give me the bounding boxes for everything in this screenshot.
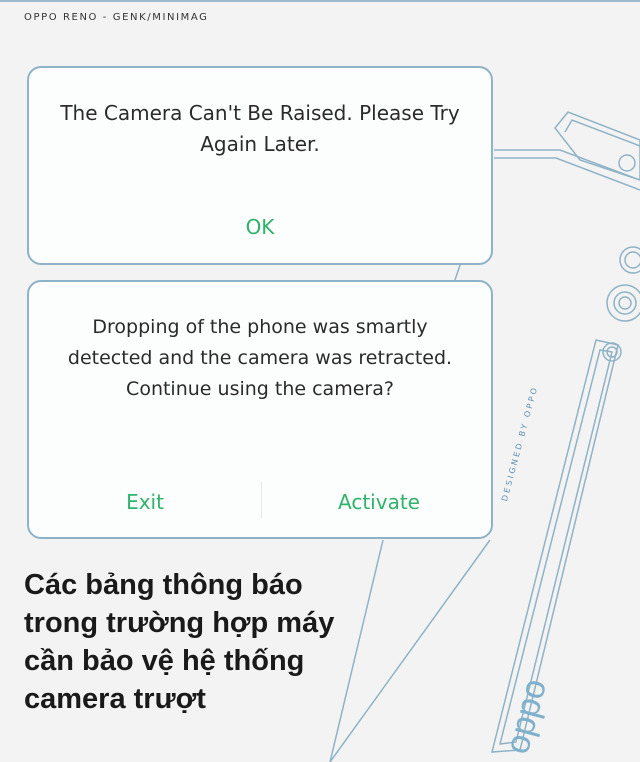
phone-edge-line-inner [494,157,640,191]
ok-button[interactable]: OK [29,212,491,242]
popup-camera-module [554,111,640,181]
lens-ring-inner [624,251,640,269]
activate-button[interactable]: Activate [263,487,495,517]
lens-ring-outer [606,284,640,322]
phone-edge-line [454,264,461,281]
lens-ring-core [618,296,632,310]
dialog-message: The Camera Can't Be Raised. Please Try A… [60,101,460,156]
drop-detected-dialog: Dropping of the phone was smartly detect… [27,280,493,539]
flash-circle [618,154,636,172]
dialog-message: Dropping of the phone was smartly detect… [67,316,453,400]
lens-ring-outer [619,246,640,274]
popup-camera-edge [564,119,640,147]
button-divider [261,482,262,518]
exit-button[interactable]: Exit [29,487,261,517]
camera-error-dialog: The Camera Can't Be Raised. Please Try A… [27,66,493,265]
article-caption: Các bảng thông báo trong trường hợp máy … [24,569,335,715]
lens-ring-inner [613,291,637,315]
phone-edge-line [494,149,640,181]
